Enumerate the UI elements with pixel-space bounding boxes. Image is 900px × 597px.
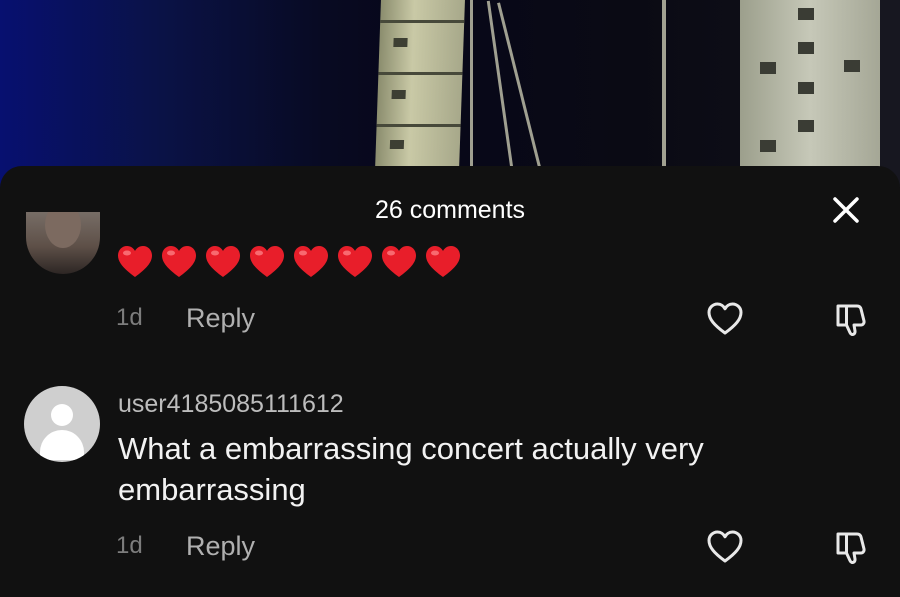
red-heart-emoji [118,246,152,277]
thumbs-down-icon[interactable] [830,300,870,338]
red-heart-emoji [382,246,416,277]
reply-button[interactable]: Reply [186,302,255,334]
building-image [740,0,880,180]
comment-text-emoji [116,244,462,284]
comment-username[interactable]: user4185085111612 [118,388,344,420]
red-heart-emoji [426,246,460,277]
thumbs-down-icon[interactable] [830,528,870,566]
avatar[interactable] [26,212,100,274]
red-heart-emoji [162,246,196,277]
reply-button[interactable]: Reply [186,530,255,562]
comment-text: What a embarrassing concert actually ver… [118,431,704,507]
red-heart-emoji [294,246,328,277]
close-icon[interactable] [826,190,866,230]
comment-timestamp: 1d [116,532,143,559]
red-heart-emoji [250,246,284,277]
heart-outline-icon[interactable] [705,528,745,566]
red-heart-emoji [206,246,240,277]
heart-outline-icon[interactable] [705,300,745,338]
comments-count-title: 26 comments [374,196,526,224]
red-heart-emoji [338,246,372,277]
comments-sheet: 26 comments 1d Reply user4185085111612 W… [0,166,900,597]
comment-timestamp: 1d [116,304,143,331]
avatar-default[interactable] [24,386,100,462]
speaker-tower-image [374,0,466,180]
